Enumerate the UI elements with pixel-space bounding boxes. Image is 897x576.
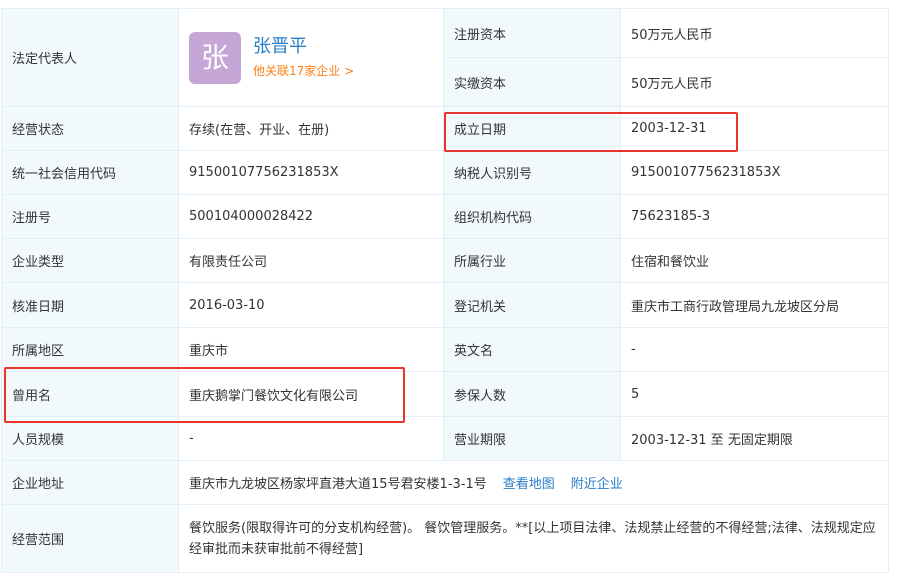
legal-rep-label: 法定代表人 — [1, 8, 179, 107]
address-cell: 重庆市九龙坡区杨家坪直港大道15号君安楼1-3-1号 查看地图 附近企业 — [178, 460, 889, 505]
staff-size-label: 人员规模 — [1, 416, 179, 461]
registry-value: 重庆市工商行政管理局九龙坡区分局 — [620, 282, 889, 328]
related-companies-link[interactable]: 他关联17家企业 > — [253, 61, 354, 81]
view-map-link[interactable]: 查看地图 — [503, 477, 555, 492]
region-label: 所属地区 — [1, 327, 179, 372]
status-value: 存续(在营、开业、在册) — [178, 106, 444, 151]
former-name-label: 曾用名 — [1, 371, 179, 417]
approval-date-value: 2016-03-10 — [178, 282, 444, 328]
established-label: 成立日期 — [443, 106, 621, 151]
former-name-value: 重庆鹅掌门餐饮文化有限公司 — [178, 371, 444, 417]
taxpayer-id-label: 纳税人识别号 — [443, 150, 621, 195]
legal-rep-info: 张晋平 他关联17家企业 > — [253, 35, 354, 81]
reg-no-value: 500104000028422 — [178, 194, 444, 239]
scope-label: 经营范围 — [1, 504, 179, 573]
term-value: 2003-12-31 至 无固定期限 — [620, 416, 889, 461]
address-value: 重庆市九龙坡区杨家坪直港大道15号君安楼1-3-1号 — [189, 477, 487, 492]
org-code-label: 组织机构代码 — [443, 194, 621, 239]
legal-rep-name-link[interactable]: 张晋平 — [253, 35, 354, 59]
approval-date-label: 核准日期 — [1, 282, 179, 328]
staff-size-value: - — [178, 416, 444, 461]
company-type-label: 企业类型 — [1, 238, 179, 283]
paid-capital-value: 50万元人民币 — [620, 57, 889, 107]
english-name-label: 英文名 — [443, 327, 621, 372]
registry-label: 登记机关 — [443, 282, 621, 328]
region-value: 重庆市 — [178, 327, 444, 372]
taxpayer-id-value: 91500107756231853X — [620, 150, 889, 195]
address-label: 企业地址 — [1, 460, 179, 505]
company-info-table: 法定代表人 张张晋平 他关联17家企业 > 注册资本 50万元人民币 实缴资本 5… — [1, 8, 889, 573]
nearby-companies-link[interactable]: 附近企业 — [571, 477, 623, 492]
company-type-value: 有限责任公司 — [178, 238, 444, 283]
industry-value: 住宿和餐饮业 — [620, 238, 889, 283]
english-name-value: - — [620, 327, 889, 372]
term-label: 营业期限 — [443, 416, 621, 461]
insured-label: 参保人数 — [443, 371, 621, 417]
reg-capital-label: 注册资本 — [443, 8, 621, 58]
reg-no-label: 注册号 — [1, 194, 179, 239]
established-value: 2003-12-31 — [620, 106, 889, 151]
org-code-value: 75623185-3 — [620, 194, 889, 239]
avatar: 张 — [189, 31, 241, 84]
paid-capital-label: 实缴资本 — [443, 57, 621, 107]
legal-rep-cell: 张张晋平 他关联17家企业 > — [178, 8, 444, 107]
reg-capital-value: 50万元人民币 — [620, 8, 889, 58]
scope-value: 餐饮服务(限取得许可的分支机构经营)。 餐饮管理服务。**[以上项目法律、法规禁… — [178, 504, 889, 573]
insured-value: 5 — [620, 371, 889, 417]
credit-code-value: 91500107756231853X — [178, 150, 444, 195]
credit-code-label: 统一社会信用代码 — [1, 150, 179, 195]
industry-label: 所属行业 — [443, 238, 621, 283]
status-label: 经营状态 — [1, 106, 179, 151]
